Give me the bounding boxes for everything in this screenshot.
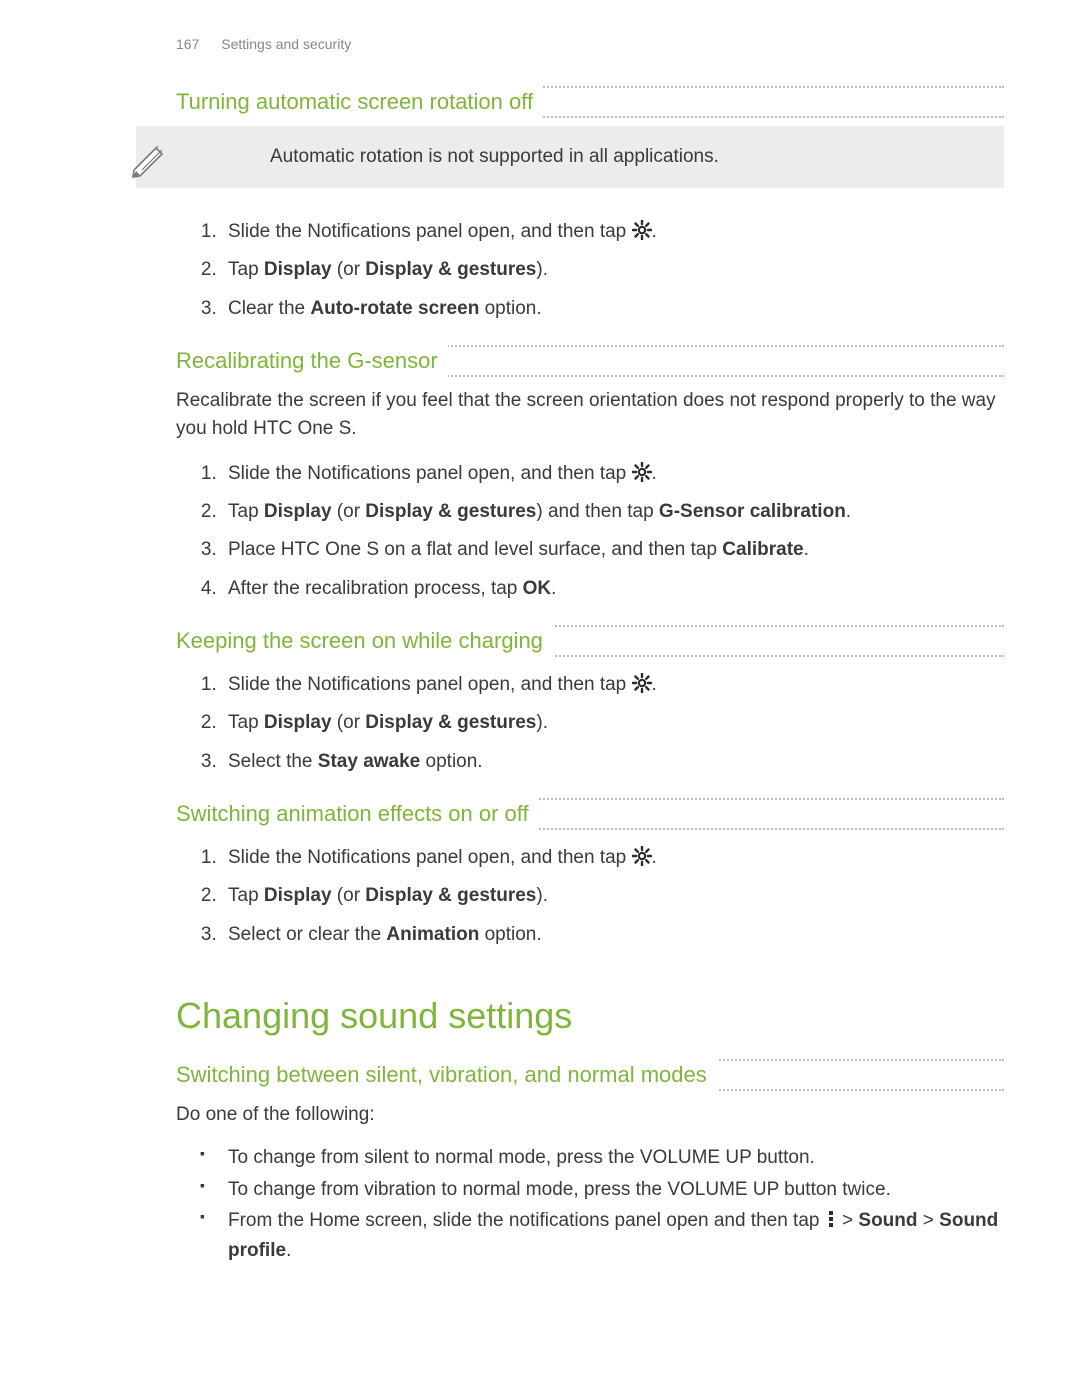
- step-item: After the recalibration process, tap OK.: [222, 573, 1004, 605]
- section-heading-row: Switching between silent, vibration, and…: [176, 1059, 1004, 1091]
- bold-term: Animation: [386, 924, 479, 945]
- step-item: Tap Display (or Display & gestures).: [222, 880, 1004, 912]
- section-intro: Do one of the following:: [176, 1101, 1004, 1130]
- bold-term: Display & gestures: [365, 501, 536, 522]
- note-text: Automatic rotation is not supported in a…: [270, 146, 982, 168]
- step-item: Tap Display (or Display & gestures).: [222, 707, 1004, 739]
- bold-term: Display & gestures: [365, 712, 536, 733]
- step-item: Place HTC One S on a flat and level surf…: [222, 534, 1004, 566]
- section-intro: Recalibrate the screen if you feel that …: [176, 387, 1004, 444]
- settings-gear-icon: [632, 672, 652, 692]
- step-item: Slide the Notifications panel open, and …: [222, 216, 1004, 248]
- note-callout: Automatic rotation is not supported in a…: [136, 126, 1004, 188]
- step-item: Clear the Auto-rotate screen option.: [222, 293, 1004, 325]
- section-heading: Switching between silent, vibration, and…: [176, 1059, 717, 1091]
- bold-term: Display: [264, 501, 332, 522]
- step-item: Tap Display (or Display & gestures).: [222, 254, 1004, 286]
- ordered-steps: Slide the Notifications panel open, and …: [196, 669, 1004, 778]
- ordered-steps: Slide the Notifications panel open, and …: [196, 842, 1004, 951]
- section-heading-row: Turning automatic screen rotation off: [176, 86, 1004, 118]
- settings-gear-icon: [632, 219, 652, 239]
- pencil-icon: [130, 140, 170, 185]
- bullet-list: To change from silent to normal mode, pr…: [196, 1143, 1004, 1265]
- bold-term: G-Sensor calibration: [659, 501, 846, 522]
- more-vertical-icon: [825, 1208, 837, 1226]
- step-item: Tap Display (or Display & gestures) and …: [222, 496, 1004, 528]
- page-header: 167 Settings and security: [176, 36, 1004, 52]
- document-page: 167 Settings and security Turning automa…: [0, 0, 1080, 1397]
- bold-term: Auto-rotate screen: [310, 298, 479, 319]
- section-heading-row: Keeping the screen on while charging: [176, 625, 1004, 657]
- step-item: Slide the Notifications panel open, and …: [222, 842, 1004, 874]
- step-item: Select or clear the Animation option.: [222, 919, 1004, 951]
- settings-gear-icon: [632, 845, 652, 865]
- major-heading: Changing sound settings: [176, 995, 1004, 1037]
- section-heading: Switching animation effects on or off: [176, 798, 539, 830]
- bold-term: Sound: [858, 1210, 917, 1231]
- step-item: Slide the Notifications panel open, and …: [222, 458, 1004, 490]
- list-item: From the Home screen, slide the notifica…: [222, 1206, 1004, 1265]
- section-heading: Keeping the screen on while charging: [176, 625, 553, 657]
- step-item: Slide the Notifications panel open, and …: [222, 669, 1004, 701]
- sound-section: Switching between silent, vibration, and…: [76, 1059, 1004, 1265]
- section-heading: Turning automatic screen rotation off: [176, 86, 543, 118]
- step-item: Select the Stay awake option.: [222, 746, 1004, 778]
- ordered-steps: Slide the Notifications panel open, and …: [196, 458, 1004, 605]
- bold-term: Display & gestures: [365, 885, 536, 906]
- bold-term: OK: [523, 578, 552, 599]
- page-number: 167: [176, 36, 199, 52]
- section-heading-row: Switching animation effects on or off: [176, 798, 1004, 830]
- settings-gear-icon: [632, 461, 652, 481]
- list-item: To change from vibration to normal mode,…: [222, 1175, 1004, 1204]
- section-heading-row: Recalibrating the G-sensor: [176, 345, 1004, 377]
- ordered-steps: Slide the Notifications panel open, and …: [196, 216, 1004, 325]
- bold-term: Display: [264, 259, 332, 280]
- bold-term: Display: [264, 712, 332, 733]
- bold-term: Display & gestures: [365, 259, 536, 280]
- list-item: To change from silent to normal mode, pr…: [222, 1143, 1004, 1172]
- bold-term: Stay awake: [318, 751, 420, 772]
- breadcrumb: Settings and security: [221, 36, 351, 52]
- section-heading: Recalibrating the G-sensor: [176, 345, 448, 377]
- sections-container: Turning automatic screen rotation off Aut…: [76, 86, 1004, 951]
- bold-term: Display: [264, 885, 332, 906]
- bold-term: Calibrate: [722, 539, 803, 560]
